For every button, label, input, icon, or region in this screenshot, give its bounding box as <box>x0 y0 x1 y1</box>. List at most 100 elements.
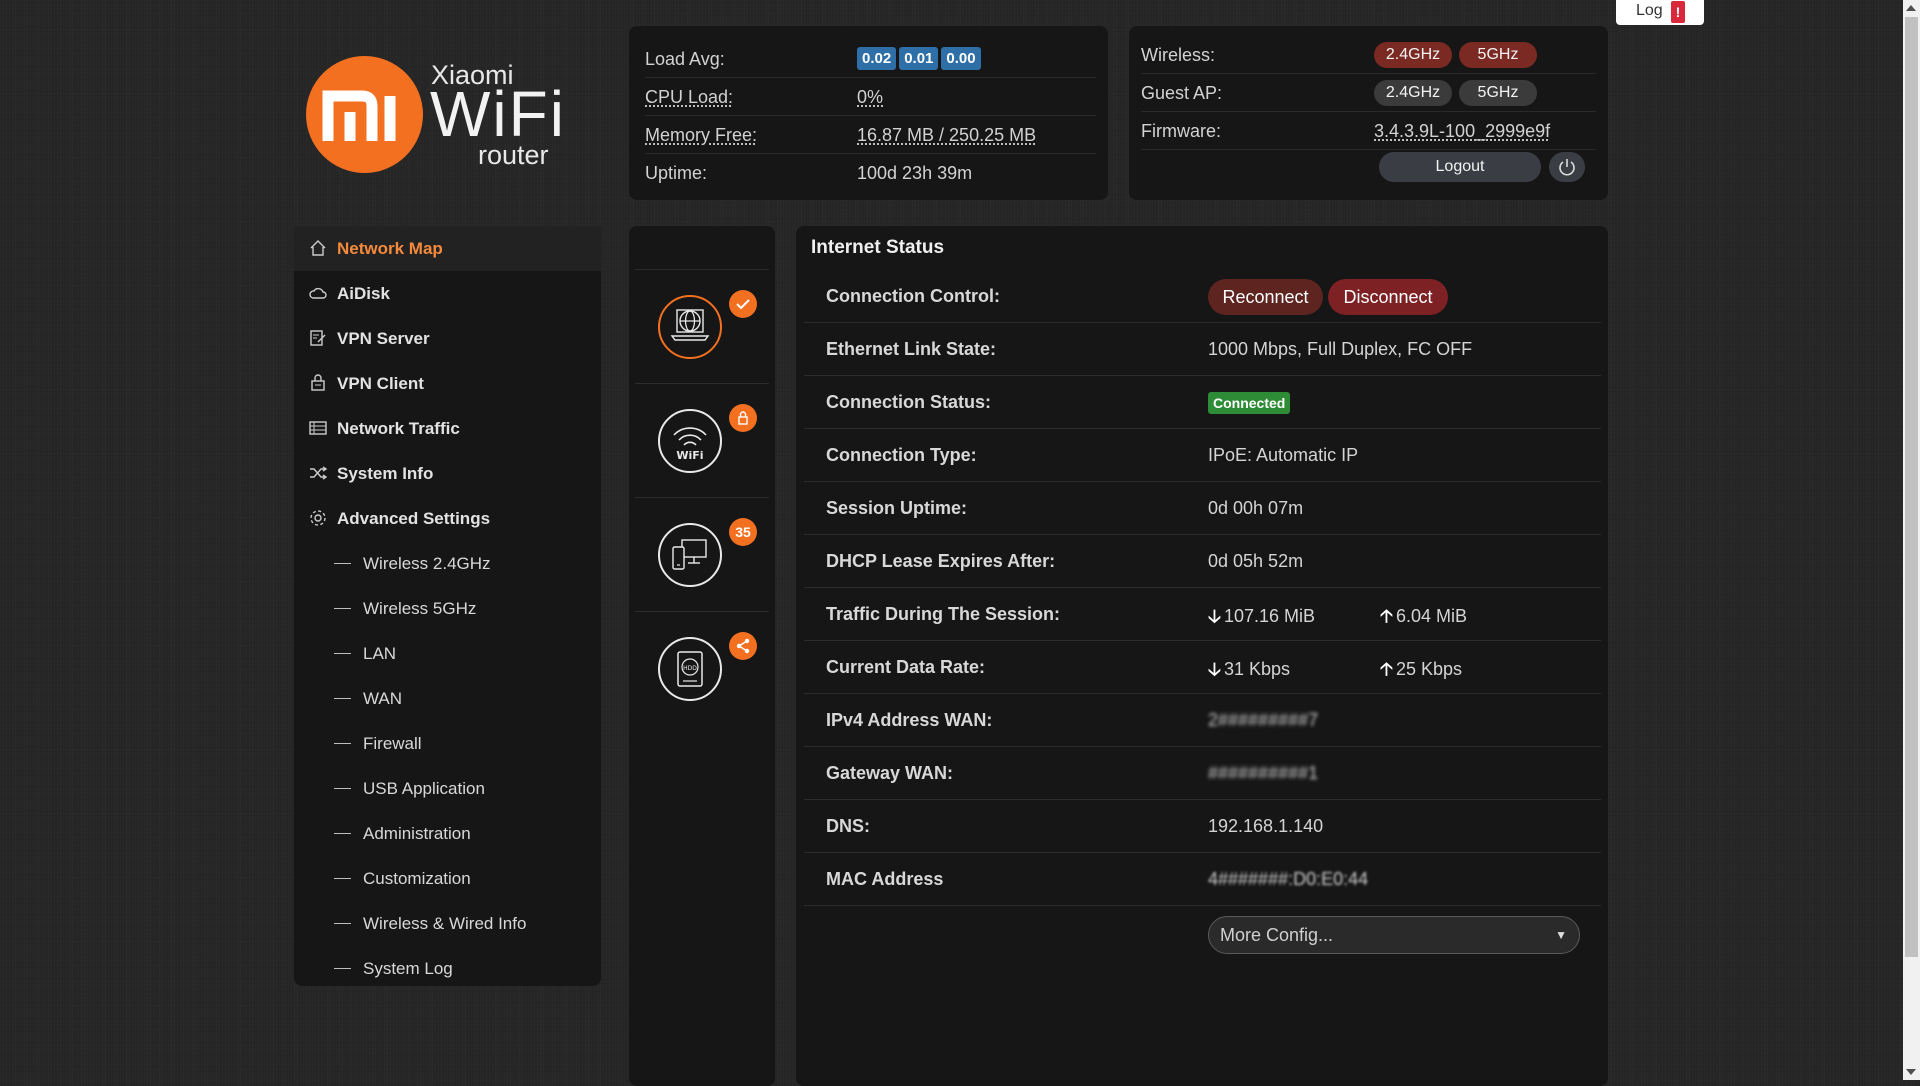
arrow-up-icon: 🡡 <box>1380 606 1393 626</box>
wifi-status-tile[interactable]: WiFi <box>629 384 775 498</box>
session-traffic-row: Traffic During The Session: 🡣 107.16 MiB … <box>804 588 1601 641</box>
disconnect-button[interactable]: Disconnect <box>1328 279 1448 315</box>
globe-laptop-icon <box>658 295 722 359</box>
mac-address-label: MAC Address <box>826 869 944 889</box>
sidebar-subitem-label: Administration <box>363 824 471 843</box>
sidebar-subitem-wireless-wired-info[interactable]: Wireless & Wired Info <box>294 901 601 946</box>
dash-icon <box>334 698 351 699</box>
sidebar-menu: Network Map AiDisk VPN Server VPN Client… <box>294 226 601 986</box>
sidebar-subitem-customization[interactable]: Customization <box>294 856 601 901</box>
ethernet-link-value: 1000 Mbps, Full Duplex, FC OFF <box>1208 339 1473 359</box>
cpu-load-row: CPU Load: 0% <box>645 78 1096 116</box>
firmware-row: Firmware: 3.4.3.9L-100_2999e9f <box>1141 112 1596 150</box>
rate-download-value: 31 Kbps <box>1223 659 1290 679</box>
wireless-panel: Wireless: 2.4GHz 5GHz Guest AP: 2.4GHz 5… <box>1129 26 1608 200</box>
sidebar-item-label: System Info <box>337 464 434 483</box>
session-traffic-label: Traffic During The Session: <box>826 604 1061 624</box>
scroll-up-icon[interactable] <box>1906 5 1916 11</box>
lock-icon <box>729 404 757 432</box>
clients-status-tile[interactable]: 35 <box>629 498 775 612</box>
vpn-client-icon <box>311 374 325 391</box>
internet-status-tile[interactable] <box>629 270 775 384</box>
dhcp-lease-row: DHCP Lease Expires After: 0d 05h 52m <box>804 535 1601 588</box>
more-config-select[interactable]: More Config... ▼ <box>1208 916 1580 954</box>
arrow-down-icon: 🡣 <box>1208 606 1221 626</box>
sidebar-subitem-label: WAN <box>363 689 403 708</box>
sidebar-subitem-label: Wireless 2.4GHz <box>363 554 491 573</box>
sidebar-subitem-administration[interactable]: Administration <box>294 811 601 856</box>
connection-control-label: Connection Control: <box>826 286 1000 306</box>
memory-free-row: Memory Free: 16.87 MB / 250.25 MB <box>645 116 1096 154</box>
gateway-wan-label: Gateway WAN: <box>826 763 954 783</box>
sidebar-subitem-label: Customization <box>363 869 471 888</box>
usb-disk-status-tile[interactable]: HDD <box>629 612 775 726</box>
wifi-icon: WiFi <box>658 409 722 473</box>
sidebar-subitem-label: Wireless & Wired Info <box>363 914 527 933</box>
log-alert-badge: ! <box>1671 1 1685 23</box>
dns-label: DNS: <box>826 816 870 836</box>
sidebar-item-aidisk[interactable]: AiDisk <box>294 271 601 316</box>
sidebar-item-network-map[interactable]: Network Map <box>294 226 601 271</box>
wifi-icon-label: WiFi <box>676 449 703 462</box>
gear-icon <box>310 510 326 526</box>
dash-icon <box>334 743 351 744</box>
uptime-row: Uptime: 100d 23h 39m <box>645 154 1096 192</box>
logout-button[interactable]: Logout <box>1379 152 1541 182</box>
guest-ap-5ghz-toggle[interactable]: 5GHz <box>1459 80 1537 106</box>
sidebar-subitem-lan[interactable]: LAN <box>294 631 601 676</box>
scroll-thumb[interactable] <box>1905 17 1918 957</box>
rate-upload: 🡡 25 Kbps <box>1380 657 1462 687</box>
sidebar-subitem-wireless-24ghz[interactable]: Wireless 2.4GHz <box>294 541 601 586</box>
memory-free-value[interactable]: 16.87 MB / 250.25 MB <box>857 125 1036 146</box>
ethernet-link-row: Ethernet Link State: 1000 Mbps, Full Dup… <box>804 323 1601 376</box>
dns-value: 192.168.1.140 <box>1208 816 1324 836</box>
guest-ap-row: Guest AP: 2.4GHz 5GHz <box>1141 74 1596 112</box>
dash-icon <box>334 653 351 654</box>
memory-free-label[interactable]: Memory Free: <box>645 125 757 146</box>
firmware-version-link[interactable]: 3.4.3.9L-100_2999e9f <box>1374 121 1550 142</box>
wireless-5ghz-toggle[interactable]: 5GHz <box>1459 42 1537 68</box>
dhcp-lease-value: 0d 05h 52m <box>1208 551 1304 571</box>
cpu-load-value[interactable]: 0% <box>857 87 883 108</box>
sidebar-item-vpn-client[interactable]: VPN Client <box>294 361 601 406</box>
sidebar-subitem-wireless-5ghz[interactable]: Wireless 5GHz <box>294 586 601 631</box>
sidebar-subitem-usb-application[interactable]: USB Application <box>294 766 601 811</box>
devices-icon <box>658 523 722 587</box>
ipv4-wan-value-redacted: 2#########7 <box>1208 710 1319 730</box>
xiaomi-wifi-logo: Xiaomi WiFi router <box>306 56 566 176</box>
session-uptime-label: Session Uptime: <box>826 498 968 518</box>
vpn-server-icon <box>310 330 326 346</box>
sidebar-item-advanced-settings[interactable]: Advanced Settings <box>294 496 601 541</box>
uptime-value: 100d 23h 39m <box>857 163 973 183</box>
gateway-wan-row: Gateway WAN: ##########1 <box>804 747 1601 800</box>
scroll-down-icon[interactable] <box>1906 1069 1916 1075</box>
sidebar-item-network-traffic[interactable]: Network Traffic <box>294 406 601 451</box>
dash-icon <box>334 968 351 969</box>
guest-ap-24ghz-toggle[interactable]: 2.4GHz <box>1374 80 1452 106</box>
traffic-upload: 🡡 6.04 MiB <box>1380 604 1467 634</box>
connection-type-value: IPoE: Automatic IP <box>1208 445 1359 465</box>
reconnect-button[interactable]: Reconnect <box>1208 279 1323 315</box>
sidebar-item-label: VPN Client <box>337 374 424 393</box>
mac-address-value: 4#######:D0:E0:44 <box>1208 869 1369 889</box>
arrow-up-icon: 🡡 <box>1380 659 1393 679</box>
ipv4-wan-row: IPv4 Address WAN: 2#########7 <box>804 694 1601 747</box>
sidebar-item-system-info[interactable]: System Info <box>294 451 601 496</box>
log-button-label: Log <box>1636 2 1663 19</box>
sidebar-subitem-firewall[interactable]: Firewall <box>294 721 601 766</box>
wireless-24ghz-toggle[interactable]: 2.4GHz <box>1374 42 1452 68</box>
hdd-icon-label: HDD <box>683 665 697 672</box>
log-button[interactable]: Log ! <box>1616 0 1704 25</box>
more-config-selected: More Config... <box>1220 925 1334 945</box>
power-button[interactable] <box>1549 152 1585 182</box>
logo-router-text: router <box>478 140 549 170</box>
sidebar-item-label: Advanced Settings <box>337 509 491 528</box>
sidebar-subitem-wan[interactable]: WAN <box>294 676 601 721</box>
sidebar-item-vpn-server[interactable]: VPN Server <box>294 316 601 361</box>
connection-status-row: Connection Status: Connected <box>804 376 1601 429</box>
traffic-list-icon <box>309 421 327 435</box>
cpu-load-label[interactable]: CPU Load: <box>645 87 733 108</box>
sidebar-subitem-system-log[interactable]: System Log <box>294 946 601 991</box>
mac-address-row: MAC Address 4#######:D0:E0:44 <box>804 853 1601 906</box>
page-scrollbar[interactable] <box>1903 0 1920 1080</box>
